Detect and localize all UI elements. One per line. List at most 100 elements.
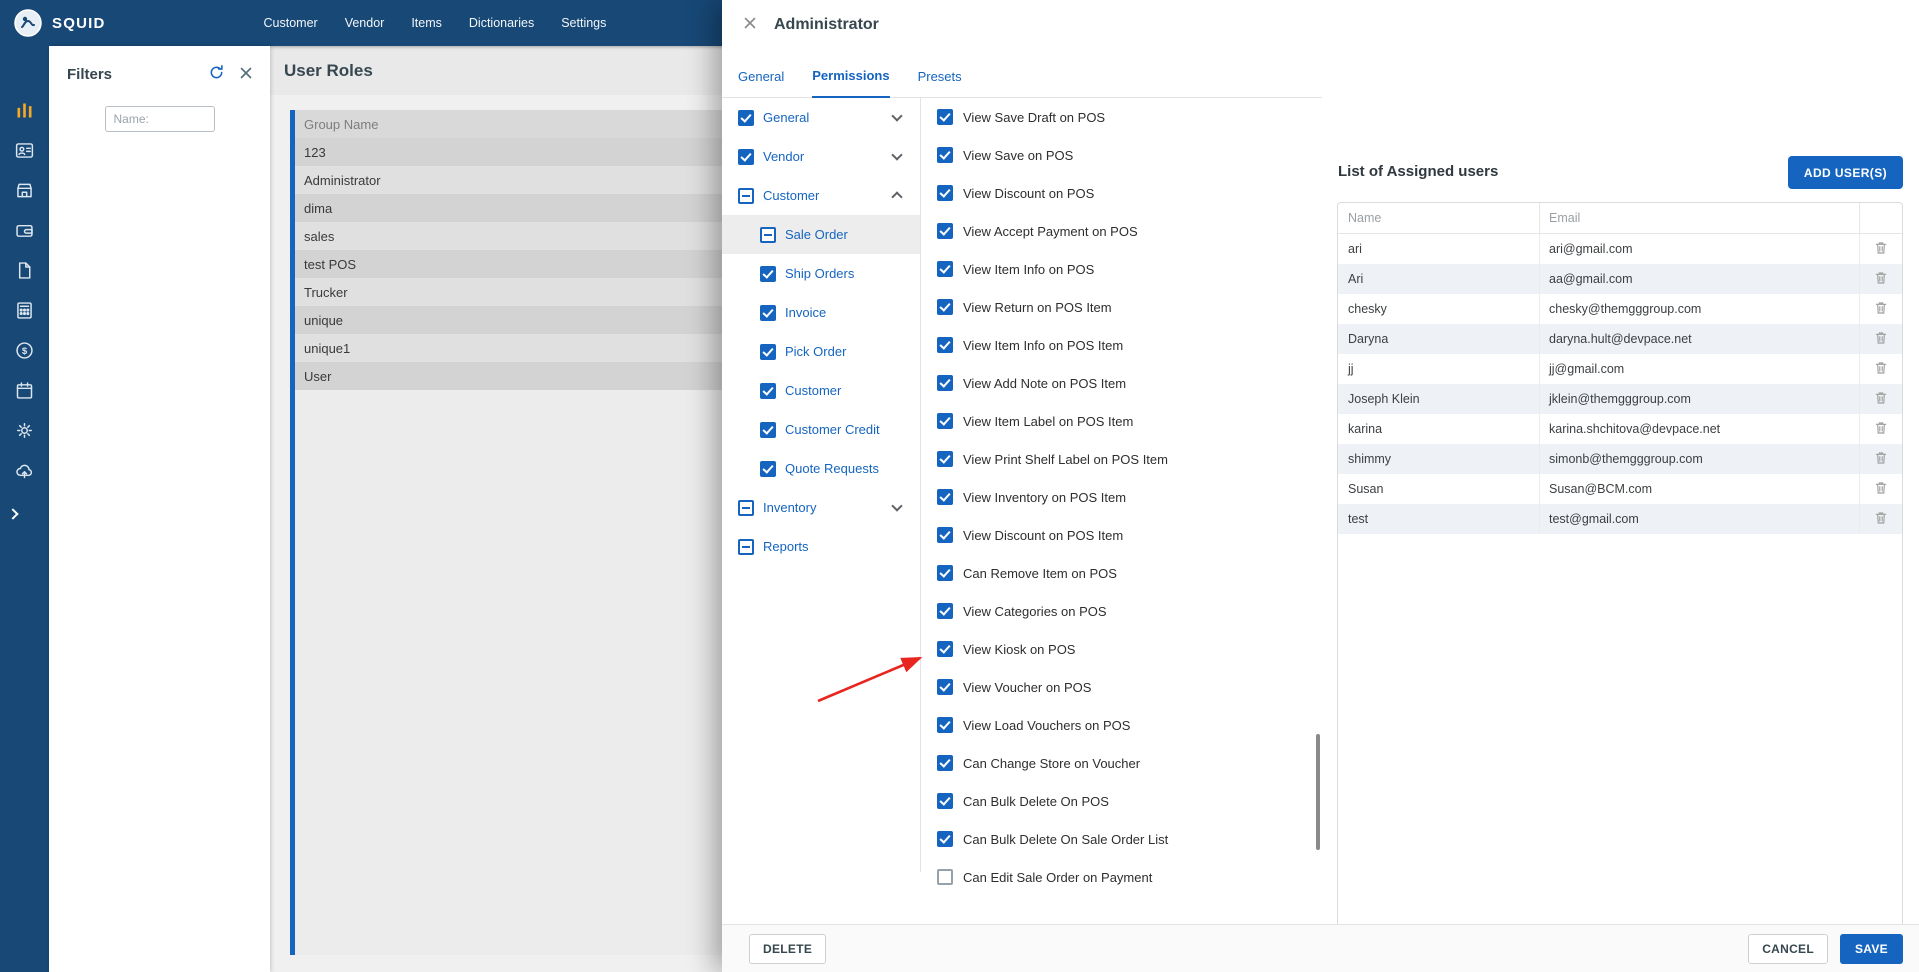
- table-row[interactable]: Administrator: [295, 166, 747, 194]
- delete-user-button[interactable]: [1871, 418, 1891, 441]
- nav-item-items[interactable]: Items: [411, 16, 442, 30]
- permission-checkbox[interactable]: [937, 299, 953, 315]
- delete-user-button[interactable]: [1871, 268, 1891, 291]
- delete-user-button[interactable]: [1871, 238, 1891, 261]
- table-row[interactable]: 123: [295, 138, 747, 166]
- permission-view-print-shelf-label-on-pos-item[interactable]: View Print Shelf Label on POS Item: [920, 440, 1322, 478]
- permission-checkbox[interactable]: [937, 793, 953, 809]
- tree-node-checkbox[interactable]: [760, 382, 776, 399]
- permission-can-bulk-delete-on-sale-order-list[interactable]: Can Bulk Delete On Sale Order List: [920, 820, 1322, 858]
- permission-checkbox[interactable]: [937, 337, 953, 353]
- chevron-up-icon[interactable]: [891, 191, 903, 203]
- tree-node-reports[interactable]: Reports: [722, 527, 920, 566]
- tree-node-checkbox[interactable]: [760, 343, 776, 360]
- delete-user-button[interactable]: [1871, 328, 1891, 351]
- chevron-down-icon[interactable]: [891, 110, 903, 122]
- permission-view-item-info-on-pos-item[interactable]: View Item Info on POS Item: [920, 326, 1322, 364]
- nav-item-customer[interactable]: Customer: [264, 16, 318, 30]
- tree-node-general[interactable]: General: [722, 98, 920, 137]
- tab-permissions[interactable]: Permissions: [812, 68, 890, 98]
- delete-user-button[interactable]: [1871, 298, 1891, 321]
- tree-node-checkbox[interactable]: [738, 187, 754, 204]
- tree-node-checkbox[interactable]: [760, 421, 776, 438]
- refresh-button[interactable]: [207, 63, 226, 85]
- delete-user-button[interactable]: [1871, 448, 1891, 471]
- tree-node-customer-credit[interactable]: Customer Credit: [722, 410, 920, 449]
- sidebar-item-catalog[interactable]: [0, 293, 49, 333]
- table-row[interactable]: unique: [295, 306, 747, 334]
- sidebar-item-pos-terminal[interactable]: [0, 93, 49, 133]
- sidebar-item-wallet[interactable]: [0, 213, 49, 253]
- sidebar-item-settings[interactable]: [0, 413, 49, 453]
- tree-node-checkbox[interactable]: [760, 265, 776, 282]
- permission-checkbox[interactable]: [937, 641, 953, 657]
- permission-checkbox[interactable]: [937, 869, 953, 885]
- tree-node-customer[interactable]: Customer: [722, 176, 920, 215]
- permission-checkbox[interactable]: [937, 679, 953, 695]
- permission-checkbox[interactable]: [937, 527, 953, 543]
- permission-view-discount-on-pos-item[interactable]: View Discount on POS Item: [920, 516, 1322, 554]
- permission-view-kiosk-on-pos[interactable]: View Kiosk on POS: [920, 630, 1322, 668]
- close-filters-button[interactable]: [237, 64, 255, 85]
- permission-view-item-info-on-pos[interactable]: View Item Info on POS: [920, 250, 1322, 288]
- table-row[interactable]: Trucker: [295, 278, 747, 306]
- permission-view-add-note-on-pos-item[interactable]: View Add Note on POS Item: [920, 364, 1322, 402]
- chevron-down-icon[interactable]: [891, 500, 903, 512]
- scrollbar-thumb[interactable]: [1316, 734, 1320, 850]
- tree-node-vendor[interactable]: Vendor: [722, 137, 920, 176]
- permission-view-inventory-on-pos-item[interactable]: View Inventory on POS Item: [920, 478, 1322, 516]
- permission-can-remove-item-on-pos[interactable]: Can Remove Item on POS: [920, 554, 1322, 592]
- permission-checkbox[interactable]: [937, 109, 953, 125]
- tree-node-checkbox[interactable]: [738, 148, 754, 165]
- permission-view-save-on-pos[interactable]: View Save on POS: [920, 136, 1322, 174]
- sidebar-expand-button[interactable]: [5, 502, 21, 525]
- permission-checkbox[interactable]: [937, 565, 953, 581]
- tree-node-customer[interactable]: Customer: [722, 371, 920, 410]
- tab-presets[interactable]: Presets: [918, 69, 962, 97]
- permission-checkbox[interactable]: [937, 451, 953, 467]
- tree-node-checkbox[interactable]: [760, 226, 776, 243]
- sidebar-item-store[interactable]: [0, 173, 49, 213]
- sidebar-item-payments[interactable]: $: [0, 333, 49, 373]
- table-row[interactable]: User: [295, 362, 747, 390]
- table-row[interactable]: test POS: [295, 250, 747, 278]
- permission-checkbox[interactable]: [937, 147, 953, 163]
- nav-item-settings[interactable]: Settings: [561, 16, 606, 30]
- permission-can-change-store-on-voucher[interactable]: Can Change Store on Voucher: [920, 744, 1322, 782]
- sidebar-item-cloud-upload[interactable]: [0, 453, 49, 493]
- nav-item-vendor[interactable]: Vendor: [345, 16, 385, 30]
- tree-node-pick-order[interactable]: Pick Order: [722, 332, 920, 371]
- sidebar-item-document[interactable]: [0, 253, 49, 293]
- delete-user-button[interactable]: [1871, 358, 1891, 381]
- tree-node-inventory[interactable]: Inventory: [722, 488, 920, 527]
- nav-item-dictionaries[interactable]: Dictionaries: [469, 16, 534, 30]
- chevron-down-icon[interactable]: [891, 149, 903, 161]
- delete-user-button[interactable]: [1871, 508, 1891, 531]
- tree-node-checkbox[interactable]: [738, 538, 754, 555]
- permission-view-discount-on-pos[interactable]: View Discount on POS: [920, 174, 1322, 212]
- delete-user-button[interactable]: [1871, 478, 1891, 501]
- table-row[interactable]: sales: [295, 222, 747, 250]
- permission-view-voucher-on-pos[interactable]: View Voucher on POS: [920, 668, 1322, 706]
- tree-node-ship-orders[interactable]: Ship Orders: [722, 254, 920, 293]
- tree-node-sale-order[interactable]: Sale Order: [722, 215, 920, 254]
- brand-area[interactable]: SQUID: [0, 8, 106, 38]
- tab-general[interactable]: General: [738, 69, 784, 97]
- permission-view-item-label-on-pos-item[interactable]: View Item Label on POS Item: [920, 402, 1322, 440]
- permission-checkbox[interactable]: [937, 223, 953, 239]
- permission-checkbox[interactable]: [937, 185, 953, 201]
- permission-checkbox[interactable]: [937, 755, 953, 771]
- permission-checkbox[interactable]: [937, 603, 953, 619]
- close-modal-button[interactable]: [741, 14, 759, 35]
- permission-checkbox[interactable]: [937, 489, 953, 505]
- add-users-button[interactable]: ADD USER(S): [1787, 156, 1903, 189]
- permission-checkbox[interactable]: [937, 717, 953, 733]
- tree-node-checkbox[interactable]: [760, 304, 776, 321]
- permission-checkbox[interactable]: [937, 261, 953, 277]
- delete-button[interactable]: DELETE: [749, 933, 827, 964]
- permission-can-bulk-delete-on-pos[interactable]: Can Bulk Delete On POS: [920, 782, 1322, 820]
- tree-node-checkbox[interactable]: [760, 460, 776, 477]
- save-button[interactable]: SAVE: [1840, 933, 1903, 964]
- permission-checkbox[interactable]: [937, 831, 953, 847]
- permission-view-save-draft-on-pos[interactable]: View Save Draft on POS: [920, 98, 1322, 136]
